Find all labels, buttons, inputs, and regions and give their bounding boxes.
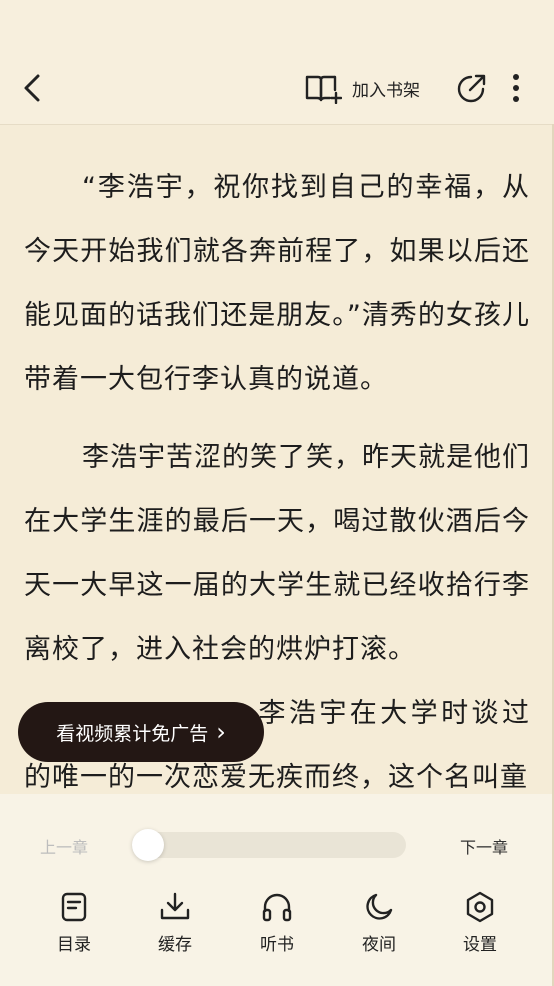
cache-label: 缓存 <box>158 935 192 955</box>
next-chapter-button[interactable]: 下一章 <box>460 834 508 858</box>
paragraph: “李浩宇，祝你找到自己的幸福，从今天开始我们就各奔前程了，如果以后还能见面的话我… <box>0 124 554 412</box>
more-button[interactable] <box>502 70 530 106</box>
catalog-icon <box>61 892 87 922</box>
night-mode-button[interactable]: 夜间 <box>339 888 419 968</box>
paragraph-text: “李浩宇，祝你找到自己的幸福，从今天开始我们就各奔前程了，如果以后还能见面的话我… <box>24 172 530 395</box>
paragraph: 李浩宇苦涩的笑了笑，昨天就是他们在大学生涯的最后一天，喝过散伙酒后今天一大早这一… <box>0 426 554 682</box>
listen-button[interactable]: 听书 <box>237 888 317 968</box>
share-icon <box>457 74 486 103</box>
chevron-right-icon: › <box>216 718 226 746</box>
add-to-bookshelf-label: 加入书架 <box>352 80 420 101</box>
more-vertical-icon <box>513 74 519 102</box>
reader-control-panel: 上一章 下一章 目录 缓存 听书 夜间 设置 <box>0 794 554 986</box>
download-icon <box>160 892 190 920</box>
share-button[interactable] <box>454 70 490 106</box>
settings-button[interactable]: 设置 <box>440 888 520 968</box>
watch-video-ad-free-button[interactable]: 看视频累计免广告 › <box>18 702 264 762</box>
moon-icon <box>366 893 393 920</box>
back-button[interactable] <box>14 68 50 108</box>
top-bar: 加入书架 <box>0 52 554 125</box>
catalog-button[interactable]: 目录 <box>34 888 114 968</box>
ad-label: 看视频累计免广告 <box>56 722 209 745</box>
chapter-content: “李浩宇，祝你找到自己的幸福，从今天开始我们就各奔前程了，如果以后还能见面的话我… <box>0 124 554 794</box>
listen-label: 听书 <box>260 935 294 955</box>
chapter-progress-slider[interactable] <box>132 829 406 861</box>
catalog-label: 目录 <box>57 935 91 955</box>
night-mode-label: 夜间 <box>362 935 396 955</box>
paragraph-text: 李浩宇苦涩的笑了笑，昨天就是他们在大学生涯的最后一天，喝过散伙酒后今天一大早这一… <box>24 442 530 665</box>
reader-page: 加入书架 “李浩宇，祝你找到自己的幸福，从今天开始我们就各奔前程了，如果以后还能… <box>0 0 554 986</box>
bottom-toolbar: 目录 缓存 听书 夜间 设置 <box>0 888 554 968</box>
cache-button[interactable]: 缓存 <box>135 888 215 968</box>
add-to-bookshelf-button[interactable]: 加入书架 <box>304 70 420 106</box>
settings-label: 设置 <box>463 935 497 955</box>
prev-chapter-button[interactable]: 上一章 <box>40 834 88 858</box>
settings-icon <box>466 891 494 923</box>
headphones-icon <box>262 893 292 922</box>
slider-thumb[interactable] <box>132 829 164 861</box>
status-bar-area <box>0 0 554 52</box>
chevron-left-icon <box>24 74 40 102</box>
book-add-icon <box>305 75 342 104</box>
